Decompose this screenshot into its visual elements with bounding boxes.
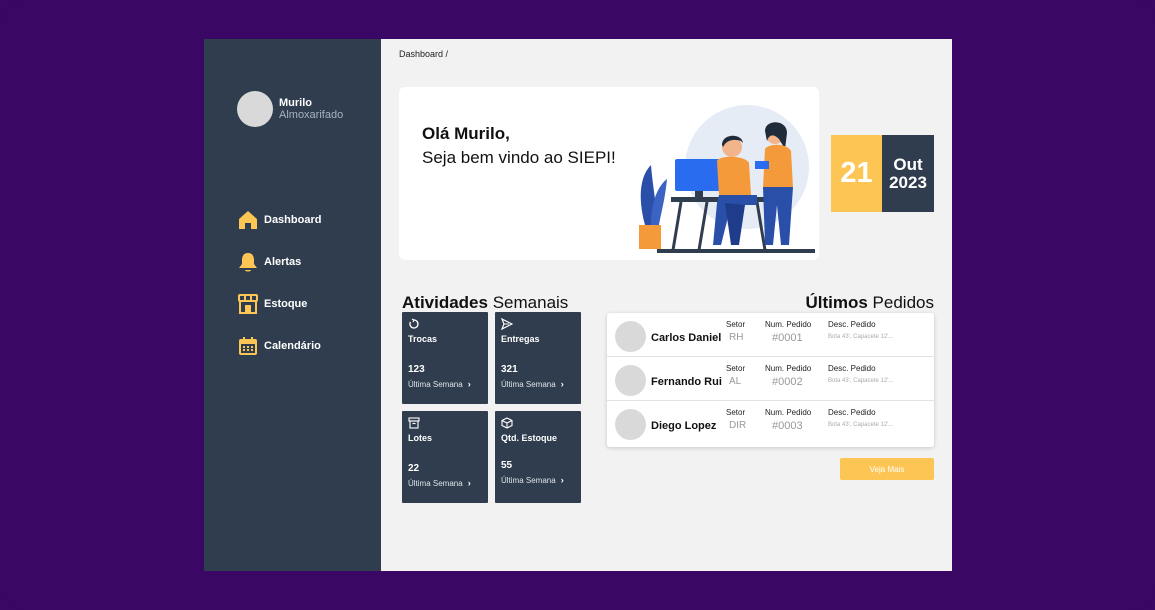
sidebar-item-label: Alertas [264, 256, 302, 268]
activities-title-rest: Semanais [487, 293, 569, 312]
orders-title-rest: Pedidos [867, 293, 934, 312]
num-header: Num. Pedido [765, 364, 812, 373]
order-setor: DIR [729, 420, 747, 431]
breadcrumb[interactable]: Dashboard / [399, 49, 448, 59]
profile-name: Murilo [279, 97, 312, 109]
box-icon [501, 417, 513, 429]
store-icon [238, 294, 258, 314]
chevron-right-icon: › [467, 379, 471, 389]
date-day: 21 [831, 135, 882, 212]
desc-header: Desc. Pedido [828, 408, 876, 417]
activities-title-bold: Atividades [402, 293, 488, 312]
card-footer-label: Última Semana [501, 379, 556, 389]
chevron-right-icon: › [560, 379, 564, 389]
refresh-icon [409, 318, 419, 329]
order-desc: Bota 43', Capacete 12'... [828, 378, 894, 384]
card-footer[interactable]: Última Semana › [501, 475, 564, 485]
chevron-right-icon: › [560, 475, 564, 485]
card-label: Lotes [408, 433, 433, 443]
card-label: Entregas [501, 334, 540, 344]
sidebar-item-estoque[interactable]: Estoque [237, 293, 321, 315]
date-month: Out [893, 154, 923, 174]
card-lotes[interactable]: Lotes 22 Última Semana › [402, 411, 488, 503]
bell-icon [239, 253, 257, 272]
sidebar-item-label: Estoque [264, 298, 308, 310]
avatar [615, 365, 646, 396]
avatar [615, 409, 646, 440]
card-value: 22 [408, 463, 420, 474]
order-name: Carlos Daniel [651, 332, 722, 344]
sidebar-item-label: Dashboard [264, 214, 322, 226]
card-qtd-estoque[interactable]: Qtd. Estoque 55 Última Semana › [495, 411, 581, 503]
setor-header: Setor [726, 364, 746, 373]
see-more-button[interactable]: Veja Mais [840, 458, 934, 480]
sidebar-nav: Dashboard Alertas Estoque Calendário [237, 209, 321, 377]
card-entregas[interactable]: Entregas 321 Última Semana › [495, 312, 581, 404]
num-header: Num. Pedido [765, 320, 812, 329]
order-name: Diego Lopez [651, 420, 717, 432]
main-content: Dashboard / Olá Murilo, Seja bem vindo a… [381, 39, 952, 571]
date-year: 2023 [889, 172, 927, 192]
order-row[interactable]: Diego Lopez Setor DIR Num. Pedido #0003 … [607, 401, 934, 445]
order-num: #0001 [772, 332, 803, 344]
date-month-year: Out 2023 [882, 135, 934, 212]
calendar-icon [239, 337, 257, 355]
num-header: Num. Pedido [765, 408, 812, 417]
order-name: Fernando Rui [651, 376, 722, 388]
user-profile[interactable]: Murilo Almoxarifado [237, 91, 343, 127]
orders-title: Últimos Pedidos [801, 293, 934, 313]
card-trocas[interactable]: Trocas 123 Última Semana › [402, 312, 488, 404]
avatar [615, 321, 646, 352]
welcome-banner: Olá Murilo, Seja bem vindo ao SIEPI! [399, 87, 819, 260]
setor-header: Setor [726, 320, 746, 329]
order-desc: Bota 43', Capacete 12'... [828, 334, 894, 340]
sidebar-item-dashboard[interactable]: Dashboard [237, 209, 321, 231]
sidebar-item-label: Calendário [264, 340, 321, 352]
activities-title: Atividades Semanais [402, 293, 568, 313]
order-num: #0003 [772, 420, 803, 432]
order-row[interactable]: Carlos Daniel Setor RH Num. Pedido #0001… [607, 313, 934, 357]
order-setor: AL [729, 376, 742, 387]
card-footer[interactable]: Última Semana › [501, 379, 564, 389]
setor-header: Setor [726, 408, 746, 417]
sidebar: Murilo Almoxarifado Dashboard Alertas Es… [204, 39, 381, 571]
avatar [237, 91, 273, 127]
send-icon [501, 318, 513, 330]
card-value: 321 [501, 364, 518, 375]
card-value: 123 [408, 364, 425, 375]
desc-header: Desc. Pedido [828, 320, 876, 329]
card-footer[interactable]: Última Semana › [408, 478, 471, 488]
sidebar-item-alertas[interactable]: Alertas [237, 251, 321, 273]
archive-icon [408, 417, 420, 429]
card-footer-label: Última Semana [408, 379, 463, 389]
sidebar-item-calendario[interactable]: Calendário [237, 335, 321, 357]
date-widget: 21 Out 2023 [831, 135, 934, 212]
orders-list: Carlos Daniel Setor RH Num. Pedido #0001… [607, 313, 934, 447]
order-row[interactable]: Fernando Rui Setor AL Num. Pedido #0002 … [607, 357, 934, 401]
card-label: Trocas [408, 334, 438, 344]
desc-header: Desc. Pedido [828, 364, 876, 373]
app-window: Murilo Almoxarifado Dashboard Alertas Es… [204, 39, 952, 571]
home-icon [239, 211, 257, 229]
welcome-title: Olá Murilo, [422, 124, 510, 143]
welcome-subtitle: Seja bem vindo ao SIEPI! [422, 148, 616, 167]
order-num: #0002 [772, 376, 803, 388]
card-footer-label: Última Semana [408, 478, 463, 488]
card-label: Qtd. Estoque [501, 433, 557, 443]
office-workers-illustration [639, 105, 815, 253]
profile-role: Almoxarifado [279, 109, 344, 121]
chevron-right-icon: › [467, 478, 471, 488]
card-value: 55 [501, 460, 513, 471]
order-setor: RH [729, 332, 744, 343]
order-desc: Bota 43', Capacete 12'... [828, 422, 894, 428]
card-footer-label: Última Semana [501, 475, 556, 485]
card-footer[interactable]: Última Semana › [408, 379, 471, 389]
orders-title-bold: Últimos [805, 293, 868, 312]
